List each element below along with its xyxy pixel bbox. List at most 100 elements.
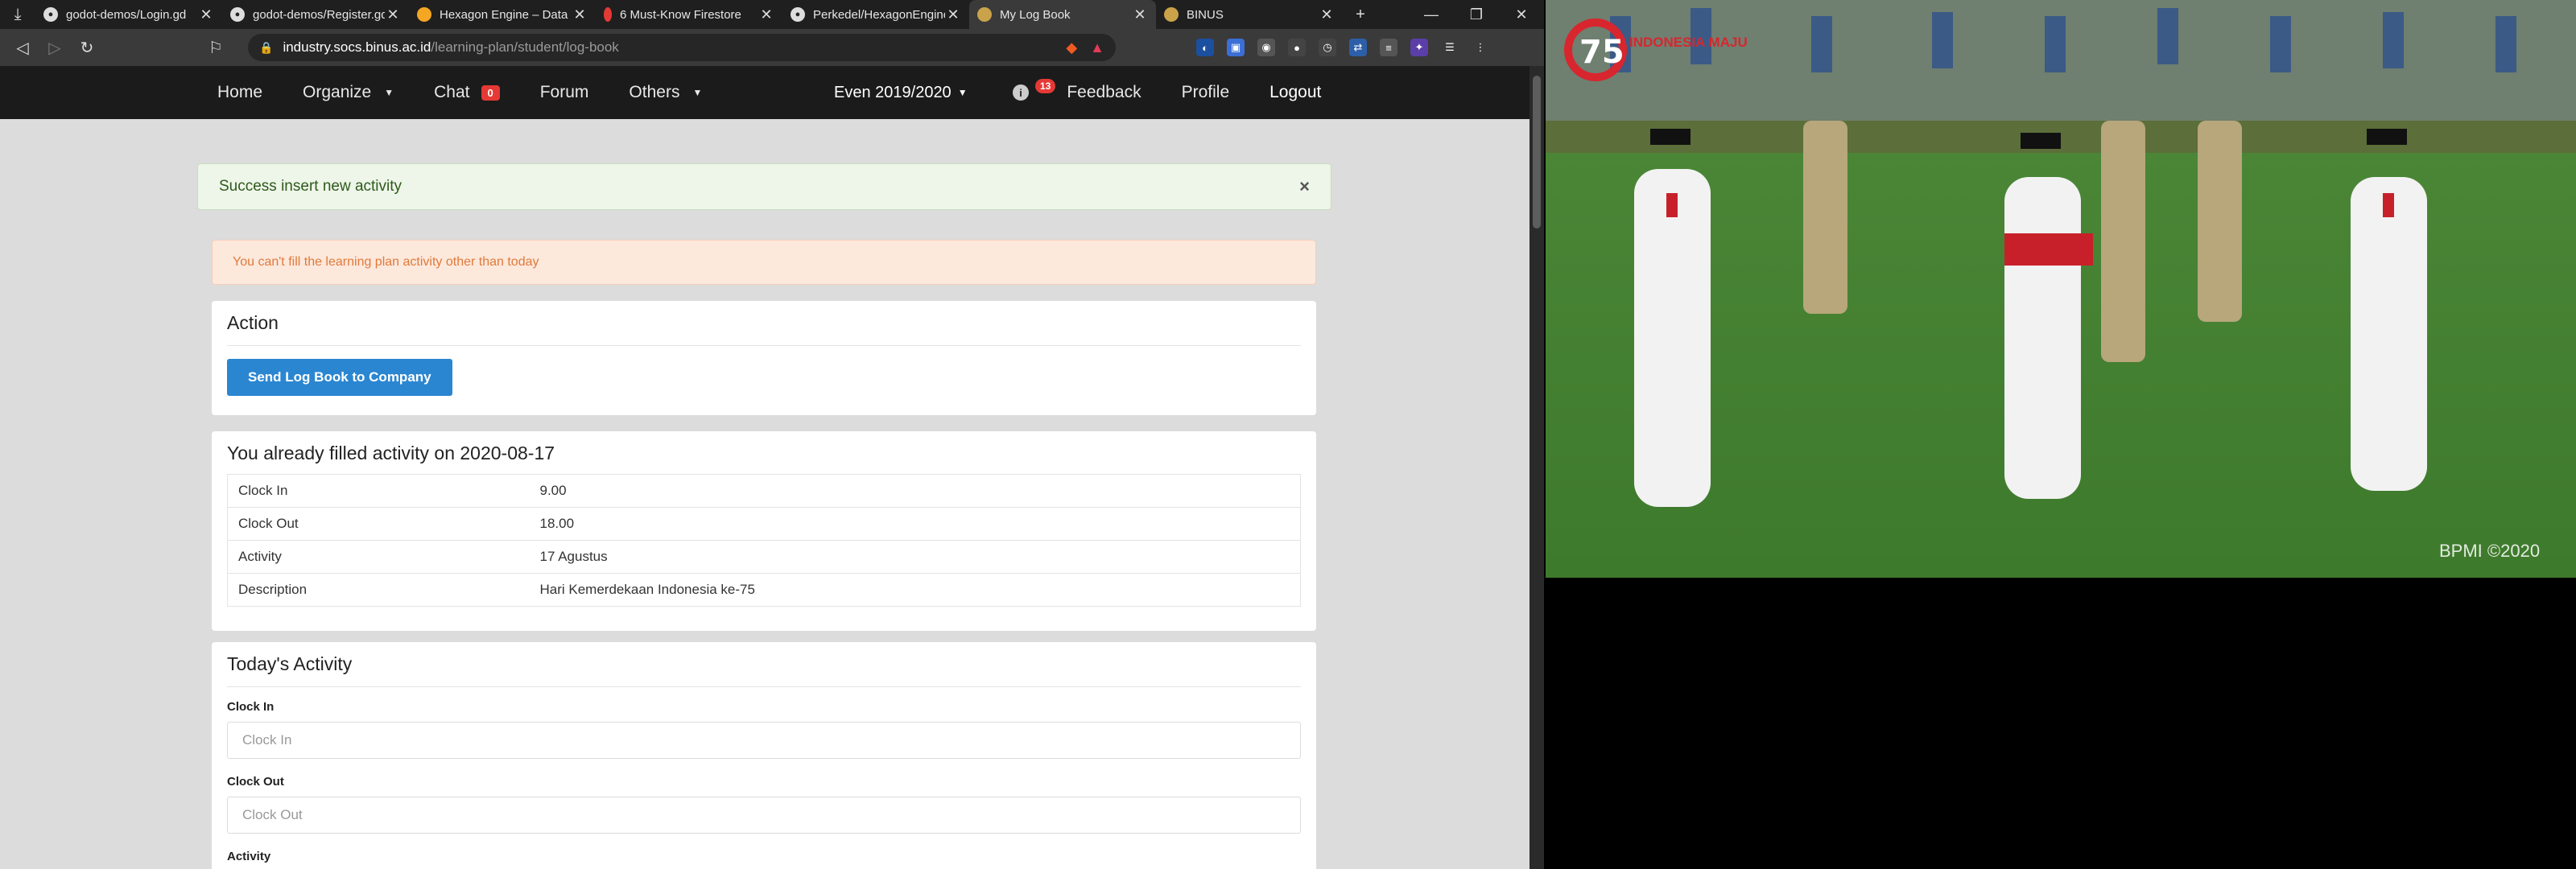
- send-log-book-button[interactable]: Send Log Book to Company: [227, 359, 452, 396]
- video-letterbox: [1546, 578, 2576, 869]
- table-row: Clock In 9.00: [227, 474, 1301, 508]
- close-tab-icon[interactable]: ✕: [758, 6, 774, 23]
- bookmark-icon[interactable]: ⚐: [200, 33, 232, 62]
- close-tab-icon[interactable]: ✕: [572, 6, 588, 23]
- clock-in-input[interactable]: Clock In: [227, 722, 1301, 759]
- scrollbar-thumb[interactable]: [1533, 76, 1541, 229]
- back-icon[interactable]: ◁: [6, 33, 39, 62]
- github-icon: ●: [43, 7, 58, 22]
- nav-others[interactable]: Others ▼: [629, 83, 702, 102]
- video-watermark: BPMI ©2020: [2439, 541, 2540, 561]
- tab-strip: ⤓ ● godot-demos/Login.gd ✕ ● godot-demos/Re…: [0, 0, 1544, 29]
- tab-3[interactable]: 6 Must-Know Firestore ✕: [596, 0, 782, 29]
- close-tab-icon[interactable]: ✕: [1132, 6, 1148, 23]
- activity-label: Activity: [227, 850, 271, 863]
- translate-icon[interactable]: ⇄: [1349, 39, 1367, 56]
- term-selector[interactable]: Even 2019/2020 ▼: [834, 84, 968, 102]
- chat-badge: 0: [481, 84, 500, 101]
- row-label: Clock Out: [227, 507, 530, 541]
- nav-logout[interactable]: Logout: [1269, 83, 1321, 102]
- video-player[interactable]: 75 INDONESIA MAJU BPMI ©2020: [1546, 0, 2576, 578]
- extension-icon[interactable]: ◉: [1257, 39, 1275, 56]
- tab-2[interactable]: Hexagon Engine – Data ✕: [409, 0, 596, 29]
- success-alert: Success insert new activity ×: [197, 163, 1331, 210]
- extension-icon[interactable]: ◐: [1196, 39, 1214, 56]
- svg-text:75: 75: [1579, 34, 1624, 71]
- forward-icon[interactable]: ▷: [39, 33, 71, 62]
- close-tab-icon[interactable]: ✕: [198, 6, 214, 23]
- brave-shield-icon[interactable]: ◆: [1066, 39, 1077, 56]
- tab-label: BINUS: [1187, 7, 1224, 22]
- minimize-icon[interactable]: —: [1409, 0, 1454, 29]
- browser-toolbar: ◁ ▷ ↻ ⚐ 🔒 industry.socs.binus.ac.id/lear…: [0, 29, 1544, 66]
- caret-down-icon: ▼: [957, 87, 968, 98]
- logo-text: INDONESIA MAJU: [1629, 35, 1748, 50]
- site-navbar: Home Organize ▼ Chat 0 Forum Others ▼ Even …: [0, 66, 1530, 119]
- nav-feedback[interactable]: Feedback: [1067, 83, 1141, 102]
- downloads-icon[interactable]: ⤓: [0, 0, 35, 29]
- url-path: /learning-plan/student/log-book: [431, 39, 619, 55]
- close-icon[interactable]: ×: [1299, 176, 1310, 197]
- nav-organize[interactable]: Organize ▼: [303, 83, 394, 102]
- term-label: Even 2019/2020: [834, 83, 952, 101]
- nav-forum[interactable]: Forum: [540, 83, 589, 102]
- github-icon: ●: [791, 7, 805, 22]
- tab-label: Perkedel/HexagonEngine: [813, 7, 945, 22]
- todays-activity-card: Today's Activity Clock In Clock In Clock…: [212, 642, 1316, 869]
- tab-label: godot-demos/Register.gd: [253, 7, 385, 22]
- address-bar[interactable]: 🔒 industry.socs.binus.ac.id/learning-pla…: [248, 34, 1116, 61]
- nav-organize-label: Organize: [303, 83, 372, 101]
- clock-in-label: Clock In: [227, 700, 275, 714]
- tab-0[interactable]: ● godot-demos/Login.gd ✕: [35, 0, 222, 29]
- video-frame: 75 INDONESIA MAJU BPMI ©2020: [1546, 0, 2576, 578]
- firebase-icon: [417, 7, 431, 22]
- extension-icon[interactable]: ✦: [1410, 39, 1428, 56]
- nav-chat-label: Chat: [434, 83, 470, 101]
- playlist-icon[interactable]: ☰: [1441, 39, 1459, 56]
- github-icon: ●: [230, 7, 245, 22]
- clock-icon[interactable]: ◷: [1319, 39, 1336, 56]
- tab-6[interactable]: BINUS ✕: [1156, 0, 1343, 29]
- caret-down-icon: ▼: [692, 87, 703, 98]
- clock-out-input[interactable]: Clock Out: [227, 797, 1301, 834]
- github-icon[interactable]: ●: [1288, 39, 1306, 56]
- fire-icon: [604, 7, 612, 22]
- reload-icon[interactable]: ↻: [71, 33, 103, 62]
- row-value: 18.00: [529, 507, 1301, 541]
- clock-out-label: Clock Out: [227, 775, 284, 789]
- rewards-icon[interactable]: ▲: [1090, 39, 1104, 56]
- action-card: Action Send Log Book to Company: [212, 301, 1316, 415]
- close-tab-icon[interactable]: ✕: [945, 6, 961, 23]
- nav-profile[interactable]: Profile: [1182, 83, 1230, 102]
- tab-label: My Log Book: [1000, 7, 1071, 22]
- table-row: Description Hari Kemerdekaan Indonesia ke…: [227, 573, 1301, 607]
- lock-icon: 🔒: [259, 40, 274, 54]
- info-icon[interactable]: i: [1013, 84, 1029, 101]
- url-host: industry.socs.binus.ac.id: [283, 39, 431, 55]
- notes-icon[interactable]: ≡: [1380, 39, 1397, 56]
- filled-activity-card: You already filled activity on 2020-08-1…: [212, 431, 1316, 631]
- menu-icon[interactable]: ⋮: [1472, 39, 1489, 56]
- todays-activity-title: Today's Activity: [227, 653, 1301, 687]
- tab-5[interactable]: My Log Book ✕: [969, 0, 1156, 29]
- extension-off-icon[interactable]: ▣: [1227, 39, 1245, 56]
- table-row: Activity 17 Agustus: [227, 540, 1301, 574]
- success-alert-text: Success insert new activity: [219, 178, 402, 195]
- vertical-scrollbar[interactable]: [1530, 66, 1544, 869]
- notification-badge[interactable]: 13: [1035, 79, 1056, 93]
- nav-chat[interactable]: Chat 0: [434, 83, 500, 102]
- new-tab-icon[interactable]: +: [1343, 0, 1378, 29]
- page-content: Success insert new activity × You can't …: [0, 119, 1530, 869]
- close-tab-icon[interactable]: ✕: [385, 6, 401, 23]
- restore-icon[interactable]: ❐: [1454, 0, 1499, 29]
- table-row: Clock Out 18.00: [227, 507, 1301, 541]
- tab-4[interactable]: ● Perkedel/HexagonEngine ✕: [782, 0, 969, 29]
- tab-1[interactable]: ● godot-demos/Register.gd ✕: [222, 0, 409, 29]
- close-window-icon[interactable]: ✕: [1499, 0, 1544, 29]
- activity-table: Clock In 9.00 Clock Out 18.00 Activity 17 A…: [227, 474, 1301, 607]
- close-tab-icon[interactable]: ✕: [1319, 6, 1335, 23]
- row-label: Activity: [227, 540, 530, 574]
- browser-window: ⤓ ● godot-demos/Login.gd ✕ ● godot-demos/Re…: [0, 0, 1544, 869]
- nav-others-label: Others: [629, 83, 680, 101]
- nav-home[interactable]: Home: [217, 83, 262, 102]
